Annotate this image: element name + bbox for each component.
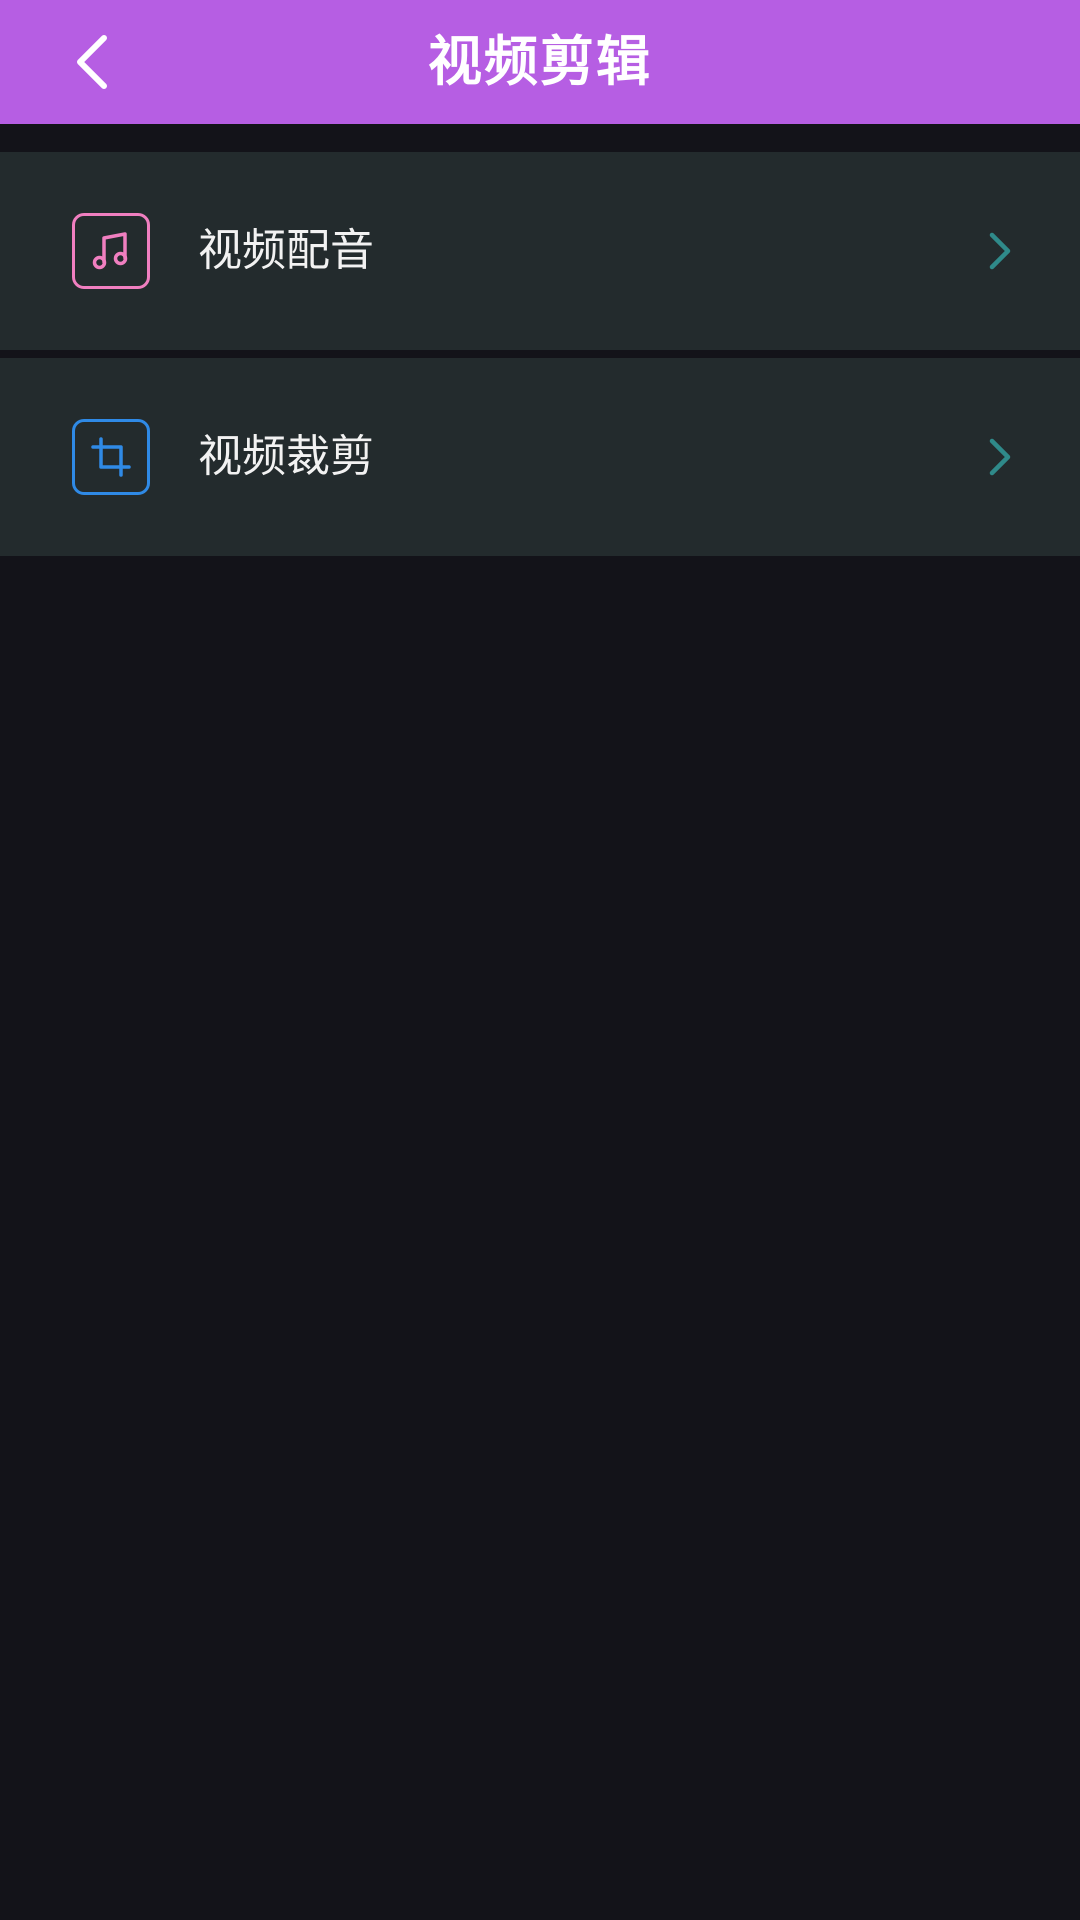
edit-options-list: 视频配音 视频裁剪	[0, 152, 1080, 556]
list-item-video-crop[interactable]: 视频裁剪	[0, 358, 1080, 556]
list-item-video-dubbing[interactable]: 视频配音	[0, 152, 1080, 350]
crop-icon	[91, 437, 131, 477]
list-item-label: 视频裁剪	[198, 431, 374, 482]
chevron-right-icon	[980, 437, 1020, 477]
list-item-label: 视频配音	[198, 225, 374, 276]
crop-icon-frame	[72, 419, 150, 495]
app-screen: 视频剪辑 视频配音 视频裁剪	[0, 0, 1080, 1920]
page-title: 视频剪辑	[428, 30, 652, 93]
music-note-icon-frame	[72, 213, 150, 289]
top-app-bar: 视频剪辑	[0, 0, 1080, 124]
chevron-right-icon	[980, 231, 1020, 271]
music-note-icon	[92, 232, 128, 270]
